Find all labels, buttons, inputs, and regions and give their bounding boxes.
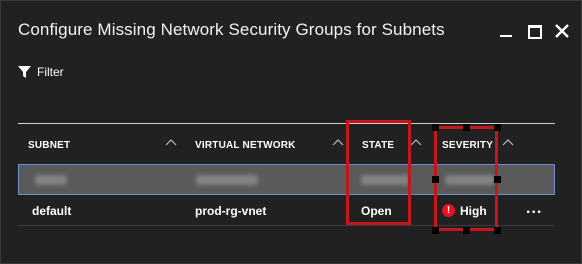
sort-ascending-icon[interactable] (165, 137, 177, 149)
cell-virtual-network: prod-rg-vnet (195, 204, 267, 218)
sort-ascending-icon[interactable] (410, 137, 422, 149)
cell-subnet: default (32, 204, 72, 218)
resize-handle[interactable] (432, 176, 439, 183)
resize-handle[interactable] (432, 227, 439, 234)
filter-button[interactable]: Filter (18, 62, 64, 82)
filter-label: Filter (37, 65, 64, 79)
column-header-subnet[interactable]: SUBNET (28, 140, 70, 151)
resize-handle[interactable] (432, 124, 439, 131)
resize-handle[interactable] (494, 124, 501, 131)
redacted-virtual-network (196, 175, 258, 185)
redacted-subnet (35, 175, 67, 185)
filter-icon (18, 66, 31, 78)
highlight-state-column (346, 120, 411, 225)
more-options-button[interactable]: ... (526, 200, 542, 218)
resize-handle[interactable] (463, 227, 470, 234)
maximize-icon[interactable] (526, 22, 544, 40)
resize-handle[interactable] (463, 124, 470, 131)
page-title: Configure Missing Network Security Group… (18, 20, 445, 39)
column-header-virtual-network[interactable]: VIRTUAL NETWORK (195, 140, 296, 151)
resize-handle[interactable] (494, 227, 501, 234)
resize-handle[interactable] (494, 176, 501, 183)
highlight-severity-column (432, 124, 501, 234)
minimize-icon[interactable] (497, 22, 515, 40)
sort-ascending-icon[interactable] (502, 137, 514, 149)
grid-divider (18, 123, 555, 124)
title-bar: Configure Missing Network Security Group… (0, 0, 582, 62)
close-icon[interactable] (553, 22, 571, 40)
sort-ascending-icon[interactable] (332, 137, 344, 149)
